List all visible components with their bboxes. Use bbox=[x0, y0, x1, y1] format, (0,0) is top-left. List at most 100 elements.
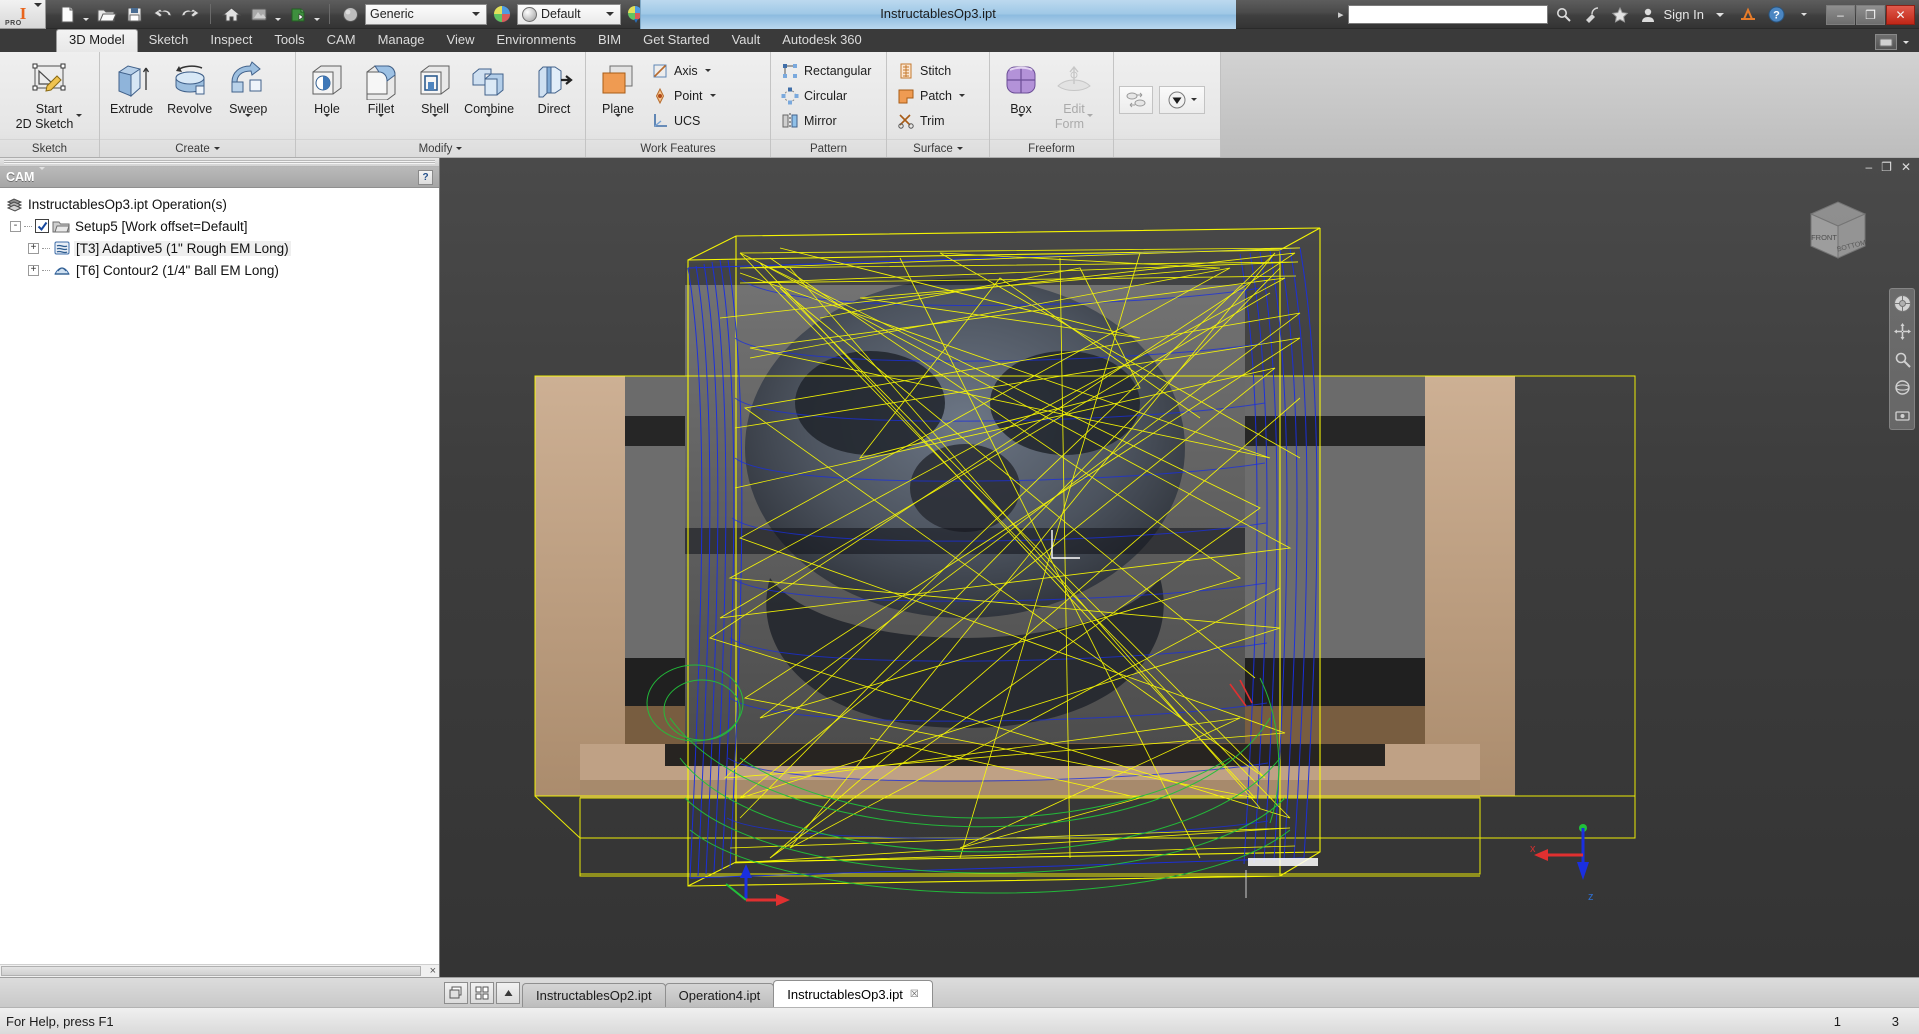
maximize-button[interactable]: ❐ bbox=[1856, 4, 1885, 25]
ribbon-tab-inspect[interactable]: Inspect bbox=[199, 29, 263, 52]
open-file-icon[interactable] bbox=[93, 2, 119, 26]
application-menu-button[interactable]: I PRO bbox=[0, 0, 46, 29]
ribbon-display-options-icon[interactable] bbox=[1875, 34, 1897, 50]
browser-close-icon[interactable]: × bbox=[430, 965, 436, 978]
plane-caret-icon[interactable] bbox=[615, 114, 621, 132]
appearance-combo-caret-icon[interactable] bbox=[603, 12, 616, 16]
browser-scroll-thumb[interactable] bbox=[1, 966, 421, 976]
patch-caret-icon[interactable] bbox=[957, 94, 968, 97]
tree-checkbox-setup[interactable] bbox=[35, 219, 49, 233]
help-search-icon[interactable] bbox=[1552, 3, 1576, 27]
panel-create-caret-icon[interactable] bbox=[213, 147, 220, 150]
document-tab-close-icon[interactable]: ☒ bbox=[910, 989, 919, 1000]
home-icon[interactable] bbox=[218, 2, 244, 26]
stitch-button[interactable]: Stitch bbox=[892, 58, 972, 83]
adjust-appearance-icon[interactable] bbox=[623, 2, 649, 26]
extrude-button[interactable]: Extrude bbox=[105, 56, 158, 116]
ribbon-tab-vault[interactable]: Vault bbox=[721, 29, 772, 52]
point-caret-icon[interactable] bbox=[708, 94, 719, 97]
tree-node-setup[interactable]: - Setup5 [Work offset=Default] bbox=[0, 215, 439, 237]
satellite-icon[interactable] bbox=[1580, 3, 1604, 27]
redo-icon[interactable] bbox=[177, 2, 203, 26]
clear-appearance-icon[interactable] bbox=[651, 2, 677, 26]
document-tab-operation4[interactable]: Operation4.ipt bbox=[664, 983, 775, 1007]
document-tab-instructablesop2[interactable]: InstructablesOp2.ipt bbox=[522, 983, 666, 1007]
convert-to-sheet-metal-button[interactable] bbox=[1119, 85, 1153, 114]
tree-node-document[interactable]: InstructablesOp3.ipt Operation(s) bbox=[0, 193, 439, 215]
fillet-caret-icon[interactable] bbox=[378, 114, 384, 132]
mirror-button[interactable]: Mirror bbox=[776, 108, 875, 133]
user-account-icon[interactable] bbox=[1636, 3, 1660, 27]
point-button[interactable]: Point bbox=[646, 83, 723, 108]
ucs-button[interactable]: UCS bbox=[646, 108, 723, 133]
ribbon-tab-autodesk-360[interactable]: Autodesk 360 bbox=[771, 29, 873, 52]
ribbon-tab-3d-model[interactable]: 3D Model bbox=[56, 29, 138, 52]
browser-help-badge[interactable]: ? bbox=[418, 169, 433, 185]
sign-in-button[interactable]: Sign In bbox=[1664, 7, 1704, 22]
start-2d-sketch-caret-icon[interactable] bbox=[76, 114, 83, 132]
return-icon[interactable] bbox=[246, 2, 272, 26]
browser-horizontal-scrollbar[interactable]: × bbox=[0, 964, 439, 977]
box-button[interactable]: Box bbox=[995, 56, 1047, 132]
ribbon-tab-get-started[interactable]: Get Started bbox=[632, 29, 720, 52]
shell-button[interactable]: Shell bbox=[409, 56, 461, 132]
box-caret-icon[interactable] bbox=[1018, 114, 1024, 132]
search-expander-icon[interactable]: ▸ bbox=[1338, 8, 1344, 21]
viewcube[interactable]: FRONT BOTTOM bbox=[1799, 196, 1877, 268]
favorites-star-icon[interactable] bbox=[1608, 3, 1632, 27]
ribbon-tab-sketch[interactable]: Sketch bbox=[138, 29, 200, 52]
ribbon-display-caret-icon[interactable] bbox=[1900, 40, 1911, 44]
qat-overflow-icon[interactable] bbox=[735, 2, 761, 26]
direct-button[interactable]: Direct bbox=[528, 56, 580, 116]
help-caret-icon[interactable] bbox=[1792, 3, 1816, 27]
rectangular-pattern-button[interactable]: Rectangular bbox=[776, 58, 875, 83]
sweep-button[interactable]: Sweep bbox=[221, 56, 275, 132]
update-caret-icon[interactable] bbox=[311, 2, 322, 26]
ribbon-overflow-caret-icon[interactable] bbox=[1191, 98, 1197, 101]
ribbon-overflow-button[interactable] bbox=[1159, 85, 1205, 114]
appearance-sphere-icon[interactable] bbox=[489, 2, 515, 26]
patch-button[interactable]: Patch bbox=[892, 83, 972, 108]
axis-button[interactable]: Axis bbox=[646, 58, 723, 83]
scroll-tabs-button[interactable] bbox=[496, 982, 520, 1004]
shell-caret-icon[interactable] bbox=[432, 114, 438, 132]
tree-node-adaptive5[interactable]: + [T3] Adaptive5 (1" Rough EM Long) bbox=[0, 237, 439, 259]
orbit-icon[interactable] bbox=[1892, 377, 1912, 397]
material-combo[interactable]: Generic bbox=[365, 3, 487, 25]
update-icon[interactable] bbox=[285, 2, 311, 26]
parameters-fx-icon[interactable]: fx bbox=[679, 2, 705, 26]
tree-node-contour2[interactable]: + [T6] Contour2 (1/4" Ball EM Long) bbox=[0, 259, 439, 281]
undo-icon[interactable] bbox=[149, 2, 175, 26]
pan-icon[interactable] bbox=[1892, 321, 1912, 341]
viewport-restore-button[interactable]: ❐ bbox=[1881, 160, 1892, 174]
material-combo-caret-icon[interactable] bbox=[469, 12, 482, 16]
browser-header-chevron-down-icon[interactable] bbox=[39, 166, 46, 185]
new-file-icon[interactable] bbox=[54, 2, 80, 26]
return-caret-icon[interactable] bbox=[272, 2, 283, 26]
panel-modify-caret-icon[interactable] bbox=[456, 147, 463, 150]
edit-form-button[interactable]: Edit Form bbox=[1048, 56, 1100, 132]
hole-button[interactable]: Hole bbox=[301, 56, 353, 132]
help-question-icon[interactable]: ? bbox=[1764, 3, 1788, 27]
ribbon-tab-tools[interactable]: Tools bbox=[263, 29, 315, 52]
new-file-caret-icon[interactable] bbox=[80, 2, 91, 26]
edit-form-caret-icon[interactable] bbox=[1087, 114, 1094, 132]
browser-grip[interactable] bbox=[0, 158, 439, 167]
close-button[interactable]: ✕ bbox=[1886, 4, 1915, 25]
appearance-combo[interactable]: Default bbox=[517, 3, 621, 25]
zoom-icon[interactable] bbox=[1892, 349, 1912, 369]
add-icon[interactable] bbox=[707, 2, 733, 26]
combine-caret-icon[interactable] bbox=[486, 114, 493, 132]
graphics-viewport[interactable]: – ❐ ✕ x z FRONT BOTTOM bbox=[440, 158, 1919, 977]
sweep-caret-icon[interactable] bbox=[245, 114, 252, 132]
look-at-icon[interactable] bbox=[1892, 405, 1912, 425]
help-search-input[interactable] bbox=[1347, 5, 1548, 24]
sign-in-caret-icon[interactable] bbox=[1708, 3, 1732, 27]
plane-button[interactable]: Plane bbox=[591, 56, 645, 132]
tree-expander-setup[interactable]: - bbox=[10, 220, 21, 232]
tile-windows-button[interactable] bbox=[444, 982, 468, 1004]
tree-expander-contour2[interactable]: + bbox=[28, 264, 39, 276]
hole-caret-icon[interactable] bbox=[324, 114, 330, 132]
viewport-minimize-button[interactable]: – bbox=[1865, 160, 1872, 174]
ribbon-tab-manage[interactable]: Manage bbox=[367, 29, 436, 52]
